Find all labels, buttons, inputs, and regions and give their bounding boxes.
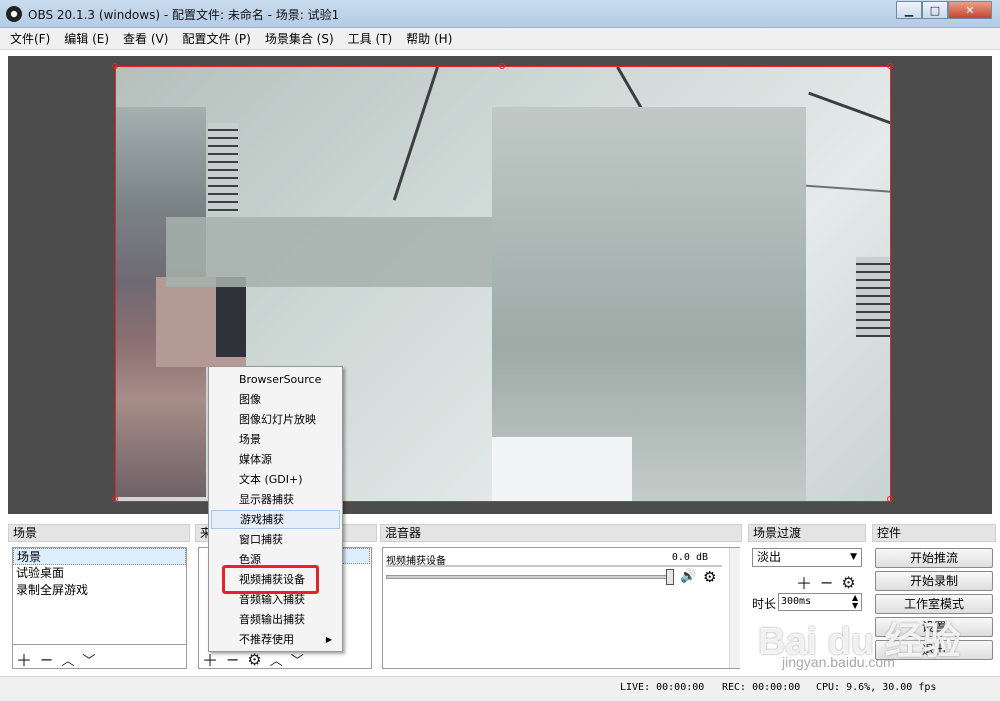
menu-bar: 文件(F) 编辑 (E) 查看 (V) 配置文件 (P) 场景集合 (S) 工具… [0, 28, 1000, 50]
menu-item-display-capture[interactable]: 显示器捕获 [211, 490, 340, 509]
menu-item-deprecated-label: 不推荐使用 [239, 633, 294, 646]
controls-dock-title: 控件 [872, 524, 996, 542]
remove-icon[interactable]: − [226, 650, 239, 669]
add-icon[interactable]: ＋ [16, 647, 32, 671]
start-streaming-button[interactable]: 开始推流 [875, 548, 993, 568]
list-item[interactable] [342, 548, 370, 564]
pixelated-figure [492, 437, 632, 501]
title-bar: OBS 20.1.3 (windows) - 配置文件: 未命名 - 场景: 试… [0, 0, 1000, 28]
menu-item-media-source[interactable]: 媒体源 [211, 450, 340, 469]
menu-tools[interactable]: 工具 (T) [348, 30, 393, 47]
list-item[interactable]: 场景 [13, 548, 186, 565]
pixelated-figure [216, 277, 246, 357]
menu-help[interactable]: 帮助 (H) [406, 30, 452, 47]
menu-profile[interactable]: 配置文件 (P) [182, 30, 250, 47]
transitions-toolrow: ＋ − ⚙ [796, 570, 864, 594]
pixelated-figure [166, 217, 496, 287]
volume-slider-handle[interactable] [666, 569, 674, 585]
resize-handle[interactable] [112, 63, 118, 69]
resize-handle[interactable] [887, 63, 893, 69]
transitions-dock-title: 场景过渡 [748, 524, 866, 542]
menu-item-image-slideshow[interactable]: 图像幻灯片放映 [211, 410, 340, 429]
move-up-icon[interactable]: ︿ [61, 650, 74, 669]
close-button[interactable]: ✕ [948, 1, 992, 19]
maximize-button[interactable]: □ [922, 1, 948, 19]
move-down-icon[interactable]: ﹀ [291, 650, 304, 669]
window-title: OBS 20.1.3 (windows) - 配置文件: 未命名 - 场景: 试… [28, 8, 340, 22]
resize-handle[interactable] [887, 496, 893, 502]
start-recording-button[interactable]: 开始录制 [875, 571, 993, 591]
gear-icon[interactable]: ⚙ [841, 573, 855, 592]
live-status: LIVE: 00:00:00 [620, 682, 705, 693]
gear-icon[interactable]: ⚙ [703, 568, 716, 586]
spinner-icon[interactable]: ▲ ▼ [852, 594, 858, 610]
mixer-db-value: 0.0 dB [671, 552, 708, 563]
menu-scene-collection[interactable]: 场景集合 (S) [265, 30, 334, 47]
menu-item-deprecated[interactable]: 不推荐使用 ▶ [211, 630, 340, 649]
obs-logo-icon [6, 6, 22, 22]
transition-select[interactable]: 淡出 ▼ [752, 548, 862, 567]
ceiling-line [392, 67, 439, 201]
move-up-icon[interactable]: ︿ [270, 650, 283, 669]
menu-view[interactable]: 查看 (V) [123, 30, 168, 47]
remove-icon[interactable]: − [820, 573, 833, 592]
scenes-list[interactable]: 场景 试验桌面 录制全屏游戏 [12, 547, 187, 645]
menu-item-window-capture[interactable]: 窗口捕获 [211, 530, 340, 549]
minimize-button[interactable]: ▁ [896, 1, 922, 19]
mixer-dock-title: 混音器 [380, 524, 742, 542]
menu-item-browser-source[interactable]: BrowserSource [211, 370, 340, 389]
speaker-icon[interactable]: 🔊 [680, 569, 696, 584]
chevron-down-icon: ▼ [850, 552, 857, 562]
scenes-dock-title: 场景 [8, 524, 190, 542]
rec-status: REC: 00:00:00 [722, 682, 801, 693]
menu-edit[interactable]: 编辑 (E) [64, 30, 109, 47]
cpu-status: CPU: 9.6%, 30.00 fps [816, 682, 937, 693]
vent [856, 257, 890, 337]
move-down-icon[interactable]: ﹀ [82, 650, 95, 669]
resize-handle[interactable] [499, 63, 505, 69]
list-item[interactable]: 录制全屏游戏 [13, 582, 186, 599]
add-icon[interactable]: ＋ [796, 570, 812, 594]
menu-item-game-capture[interactable]: 游戏捕获 [211, 510, 340, 529]
add-source-context-menu: BrowserSource 图像 图像幻灯片放映 场景 媒体源 文本 (GDI+… [208, 366, 343, 652]
resize-handle[interactable] [112, 496, 118, 502]
submenu-arrow-icon: ▶ [325, 635, 332, 644]
remove-icon[interactable]: − [40, 650, 53, 669]
menu-file[interactable]: 文件(F) [10, 30, 50, 47]
list-item[interactable]: 试验桌面 [13, 565, 186, 582]
ceiling-line [808, 91, 890, 126]
menu-item-text-gdi[interactable]: 文本 (GDI+) [211, 470, 340, 489]
menu-item-scene[interactable]: 场景 [211, 430, 340, 449]
window-controls: ▁ □ ✕ [896, 1, 992, 19]
preview-area[interactable] [8, 56, 992, 514]
volume-slider[interactable] [386, 575, 674, 579]
mixer-scrollbar[interactable] [729, 548, 740, 668]
vent [208, 123, 238, 213]
menu-item-audio-output-capture[interactable]: 音频输出捕获 [211, 610, 340, 629]
menu-item-image[interactable]: 图像 [211, 390, 340, 409]
scenes-toolrow: ＋ − ︿ ﹀ [16, 647, 103, 671]
gear-icon[interactable]: ⚙ [247, 650, 261, 669]
status-bar: LIVE: 00:00:00 REC: 00:00:00 CPU: 9.6%, … [0, 676, 1000, 701]
volume-meter [386, 565, 722, 567]
baidu-watermark-url: jingyan.baidu.com [782, 654, 895, 670]
annotation-highlight-box [222, 565, 319, 594]
transition-selected: 淡出 [757, 550, 782, 564]
duration-input[interactable]: 300ms [778, 593, 862, 611]
